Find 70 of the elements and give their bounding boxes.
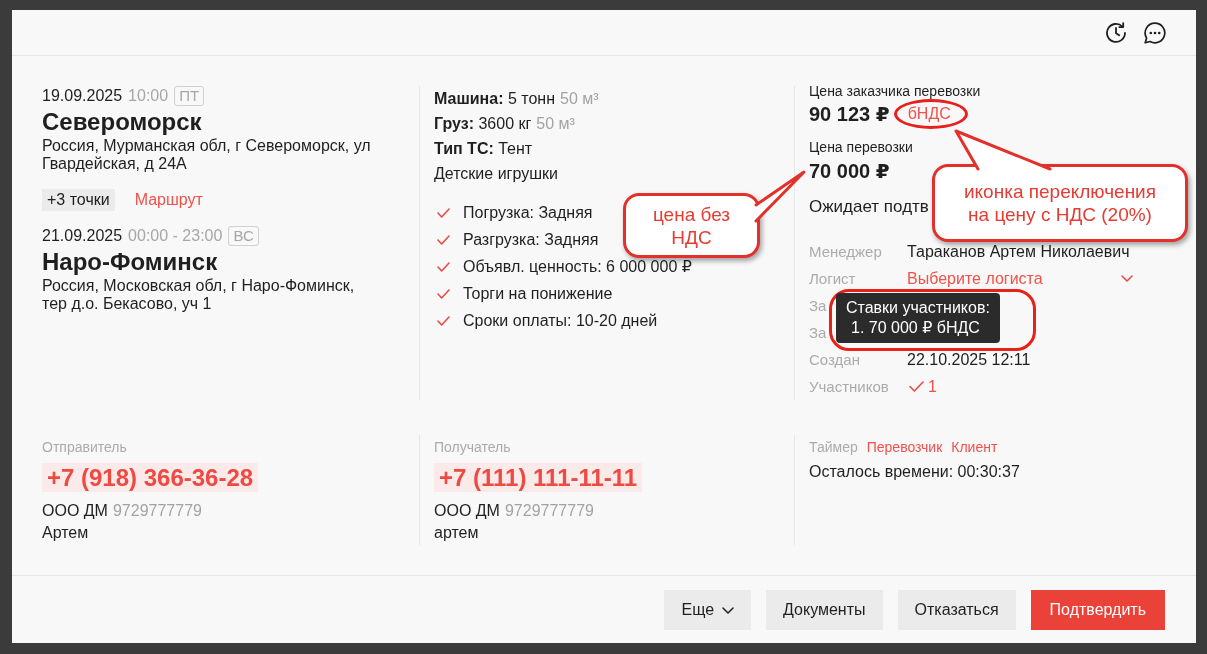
history-icon[interactable]: [1105, 21, 1127, 44]
address-text: Россия, Мурманская обл, г Североморск, ул Гвардейская, д 24А: [42, 137, 372, 173]
date-text: 19.09.2025: [42, 87, 123, 105]
cargo-description: Детские игрушки: [434, 164, 558, 184]
chat-icon[interactable]: [1144, 21, 1166, 44]
tooltip-title: Ставки участников:: [846, 298, 990, 318]
logist-select[interactable]: Выберите логиста: [907, 269, 1133, 288]
city-title: Североморск: [42, 108, 202, 136]
decline-button[interactable]: Отказаться: [897, 590, 1016, 630]
time-text: 00:00 - 23:00: [128, 227, 223, 245]
condition-text: Объявл. ценность: 6 000 000 ₽: [463, 257, 692, 276]
company-name: ООО ДМ: [42, 501, 108, 521]
condition-text: Торги на понижение: [463, 284, 613, 303]
time-text: 10:00: [128, 87, 169, 105]
inn-text: 9729777779: [504, 501, 594, 521]
spec-text: Тип ТС: Тент: [434, 139, 533, 159]
vat-toggle-link[interactable]: бНДС: [907, 105, 951, 123]
field-value: 22.10.2025 12:11: [907, 350, 1031, 369]
chevron-icon: [1121, 275, 1133, 282]
tooltip-line: 1. 70 000 ₽ бНДС: [850, 318, 980, 338]
documents-button[interactable]: Документы: [766, 590, 883, 630]
field-value: Тараканов Артем Николаевич: [907, 242, 1130, 261]
phone-link[interactable]: +7 (111) 111-11-11: [434, 463, 643, 492]
check-icon: [437, 207, 450, 218]
check-icon: [437, 261, 450, 272]
price-amount: 90 123 ₽: [809, 102, 890, 126]
price-amount: 70 000 ₽: [809, 159, 890, 183]
more-points-button[interactable]: +3 точки: [42, 189, 115, 211]
volume-text: 50 м³: [560, 89, 599, 109]
status-text: Ожидает подтв: [809, 196, 929, 218]
check-icon: [437, 234, 450, 245]
check-icon: [437, 315, 450, 326]
timer-link[interactable]: Клиент: [951, 439, 998, 455]
field-label: Логист: [809, 269, 856, 287]
price-label: Цена перевозки: [809, 139, 913, 155]
city-title: Наро-Фоминск: [42, 248, 218, 276]
address-text: Россия, Московская обл, г Наро-Фоминск, тер д.о. Бекасово, уч 1: [42, 277, 356, 313]
field-label: За: [809, 323, 827, 341]
section-label: Отправитель: [42, 439, 127, 455]
date-text: 21.09.2025: [42, 227, 123, 245]
check-icon: [437, 288, 450, 299]
spec-text: Машина: 5 тонн: [434, 89, 555, 109]
route-link[interactable]: Маршрут: [134, 191, 203, 209]
field-label: Участников: [809, 377, 889, 395]
participants-count: 1: [928, 377, 937, 396]
phone-link[interactable]: +7 (918) 366-36-28: [42, 463, 259, 492]
confirm-button[interactable]: Подтвердить: [1030, 590, 1165, 630]
volume-text: 50 м³: [536, 114, 575, 134]
company-name: ООО ДМ: [434, 501, 500, 521]
inn-text: 9729777779: [112, 501, 202, 521]
price-label: Цена заказчика перевозки: [809, 83, 981, 99]
check-icon: [909, 381, 924, 392]
annotation-callout: цена без НДС: [623, 193, 760, 258]
condition-text: Погрузка: Задняя: [463, 203, 593, 222]
contact-name: артем: [434, 523, 479, 543]
contact-name: Артем: [42, 523, 89, 543]
field-label: Менеджер: [809, 242, 882, 260]
timer-link[interactable]: Перевозчик: [866, 439, 943, 455]
timer-label: Таймер: [809, 439, 858, 455]
field-label: Создан: [809, 350, 860, 368]
more-button[interactable]: Еще: [664, 590, 752, 630]
condition-text: Сроки оплаты: 10-20 дней: [463, 311, 658, 330]
condition-text: Разгрузка: Задняя: [463, 230, 599, 249]
field-label: За: [809, 296, 827, 314]
chevron-icon: [722, 606, 735, 614]
spec-text: Груз: 3600 кг: [434, 114, 532, 134]
section-label: Получатель: [434, 439, 511, 455]
weekday-tag: ВС: [228, 226, 259, 246]
weekday-tag: ПТ: [174, 86, 205, 106]
timer-text: Осталось времени: 00:30:37: [809, 462, 1020, 482]
